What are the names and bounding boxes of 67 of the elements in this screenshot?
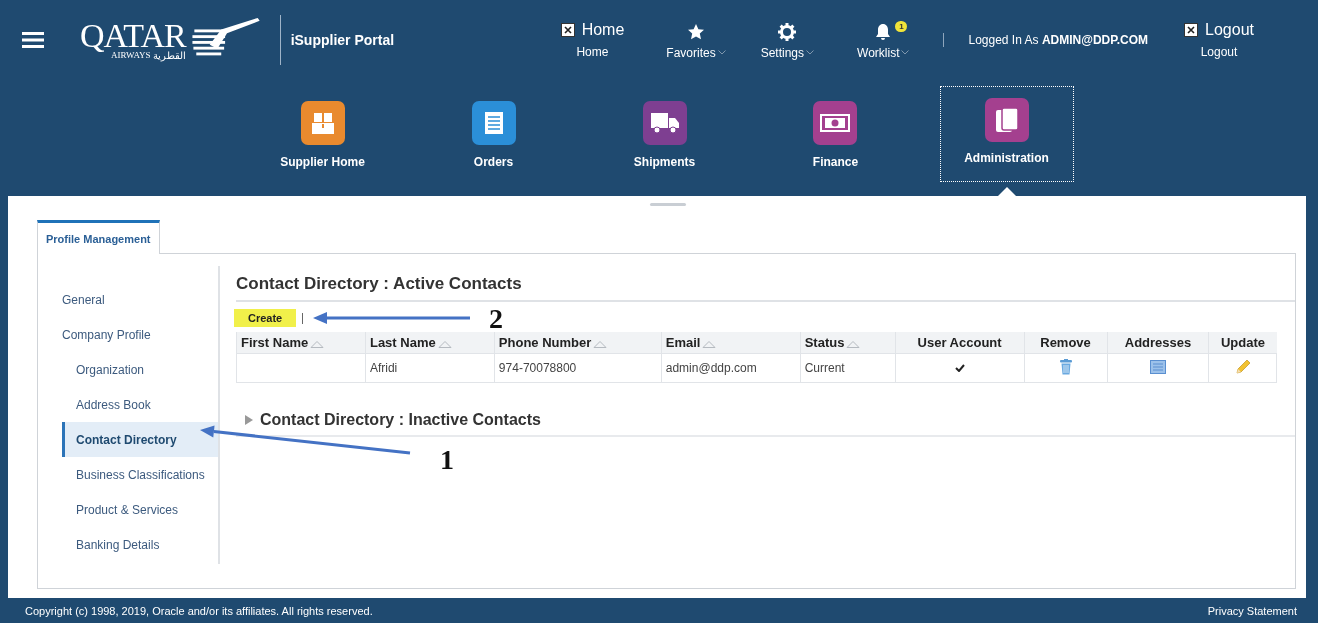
sidebar-item[interactable]: Address Book: [38, 387, 218, 422]
menu-dropdown[interactable]: Settings: [750, 20, 825, 60]
logged-in-user: Logged In As ADMIN@DDP.COM: [968, 33, 1149, 47]
square-icon: [1184, 23, 1199, 37]
nav-tile[interactable]: Shipments: [623, 94, 706, 180]
banknote-icon: [820, 113, 851, 133]
annotation-number: 2: [489, 305, 503, 333]
truck-icon: [649, 111, 680, 135]
logo-subtitle: القطرية: [152, 51, 186, 61]
table-cell: Current: [800, 353, 896, 383]
boxes-icon: [310, 111, 335, 135]
trash-icon[interactable]: [1059, 358, 1072, 375]
sidebar-item[interactable]: Business Classifications: [38, 457, 218, 492]
collapsed-icon: [244, 415, 254, 425]
sort-icon[interactable]: [310, 339, 325, 348]
tab[interactable]: Profile Management: [37, 220, 160, 254]
nav-tile[interactable]: Finance: [802, 94, 869, 180]
sidebar-item[interactable]: Banking Details: [38, 527, 218, 562]
copyright-text: Copyright (c) 1998, 2019, Oracle and/or its affiliates. All rights reserved.: [25, 604, 373, 617]
caret-icon: [717, 50, 726, 55]
square-icon: [560, 23, 575, 37]
section-heading: Contact Directory : Active Contacts: [236, 274, 1295, 302]
column-header[interactable]: Status: [800, 332, 896, 354]
annotation-number: 1: [440, 446, 454, 474]
menu-dropdown[interactable]: 1 Worklist: [847, 20, 920, 60]
pages-icon: [994, 107, 1019, 133]
list-icon[interactable]: [1150, 359, 1166, 374]
menu-icon[interactable]: [22, 32, 44, 48]
collapsible-section-header[interactable]: Contact Directory : Inactive Contacts: [236, 411, 1295, 437]
column-header: Addresses: [1107, 332, 1209, 354]
sidebar-item[interactable]: Company Profile: [38, 317, 218, 352]
sidebar-item[interactable]: General: [38, 282, 218, 317]
column-header[interactable]: Email: [661, 332, 801, 354]
app-title: iSupplier Portal: [290, 32, 396, 48]
column-header: Remove: [1024, 332, 1107, 354]
caret-icon: [806, 50, 815, 55]
nav-tile[interactable]: Orders: [461, 94, 526, 180]
sort-icon[interactable]: [846, 339, 861, 348]
drag-handle[interactable]: [650, 203, 686, 206]
column-header[interactable]: First Name: [236, 332, 366, 354]
sort-icon[interactable]: [702, 339, 717, 348]
table-cell: Afridi: [365, 353, 495, 383]
sort-icon[interactable]: [437, 339, 452, 348]
gear-icon: [778, 22, 797, 41]
pencil-icon[interactable]: [1234, 358, 1251, 375]
logo-subtitle: AIRWAYS: [110, 51, 151, 61]
privacy-link[interactable]: Privacy Statement: [1207, 604, 1297, 617]
sort-icon[interactable]: [593, 339, 608, 348]
nav-tile[interactable]: Supplier Home: [270, 94, 375, 180]
column-header: User Account: [895, 332, 1025, 354]
logout-link[interactable]: Logout Logout: [1184, 21, 1254, 59]
caret-icon: [901, 50, 910, 55]
bell-icon: [874, 22, 893, 41]
sidebar-item[interactable]: Product & Services: [38, 492, 218, 527]
menu-dropdown[interactable]: Favorites: [656, 20, 736, 60]
star-icon: [687, 22, 705, 41]
table-cell: 974-70078800: [494, 353, 662, 383]
column-header[interactable]: Phone Number: [494, 332, 662, 354]
count-badge: 1: [895, 20, 908, 32]
table-cell: admin@ddp.com: [661, 353, 801, 383]
create-button[interactable]: Create: [234, 309, 297, 327]
logo-wordmark: QATAR: [80, 19, 186, 53]
column-header: Update: [1208, 332, 1277, 354]
home-link[interactable]: Home Home: [560, 21, 625, 59]
sidebar-item[interactable]: Contact Directory: [62, 422, 218, 457]
column-header[interactable]: Last Name: [365, 332, 495, 354]
sidebar-item[interactable]: Organization: [38, 352, 218, 387]
